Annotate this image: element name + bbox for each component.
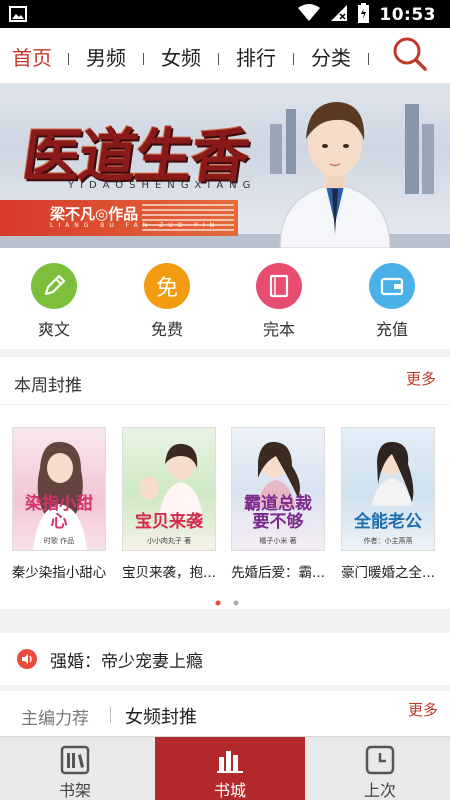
book-title: 秦少染指小甜心 xyxy=(11,565,107,581)
status-time: 10:53 xyxy=(379,5,436,25)
notice-bar[interactable]: 强婚：帝少宠妻上瘾 xyxy=(0,633,450,685)
section-header: 本周封推 更多 xyxy=(0,357,450,405)
recommend-header: 主编力荐 女频封推 更多 xyxy=(0,691,450,739)
tab-home[interactable]: 首页 xyxy=(12,42,52,71)
banner-blurb xyxy=(142,204,234,232)
section-title: 本周封推 xyxy=(14,376,82,396)
cover-art xyxy=(33,441,87,550)
bottom-nav: 书架 书城 上次 xyxy=(0,736,450,800)
wifi-icon xyxy=(298,4,321,26)
bookshelf-icon xyxy=(60,745,90,779)
category-completed[interactable]: 完本 xyxy=(239,263,319,340)
book-title: 豪门暖婚之全... xyxy=(341,565,435,581)
banner-character-illustration xyxy=(260,84,410,248)
book-cover: 宝贝来袭 小小肉丸子 著 xyxy=(122,427,216,551)
cover-art xyxy=(139,443,203,518)
book-icon xyxy=(256,263,302,309)
book-cover: 全能老公 作者：小主燕燕 xyxy=(341,427,435,551)
tab-female-featured[interactable]: 女频封推 xyxy=(125,703,197,729)
battery-icon xyxy=(358,3,370,27)
book-cover: 染指小甜心 时歌 作品 xyxy=(12,427,106,551)
category-label: 充值 xyxy=(375,320,408,339)
nav-label: 书架 xyxy=(58,781,91,800)
clock-icon xyxy=(365,745,395,779)
tab-male[interactable]: 男频 xyxy=(86,42,126,71)
notice-text: 强婚：帝少宠妻上瘾 xyxy=(50,652,203,672)
cover-title: 霸道总裁要不够 xyxy=(244,494,312,533)
tab-ranking[interactable]: 排行 xyxy=(236,42,276,71)
tab-category[interactable]: 分类 xyxy=(311,42,351,71)
cover-art xyxy=(256,441,300,508)
book-card[interactable]: 全能老公 作者：小主燕燕 豪门暖婚之全... xyxy=(338,427,438,581)
more-link[interactable]: 更多 xyxy=(406,368,436,389)
banner-pinyin: YIDAOSHENGXIANG xyxy=(68,180,257,191)
tab-divider xyxy=(110,707,111,723)
more-link[interactable]: 更多 xyxy=(408,699,438,720)
status-bar: 10:53 xyxy=(0,0,450,28)
nav-last-read[interactable]: 上次 xyxy=(305,737,450,800)
wallet-icon xyxy=(369,263,415,309)
cover-title: 染指小甜心 xyxy=(25,494,93,533)
tab-separator xyxy=(218,53,219,65)
tab-separator xyxy=(368,53,369,65)
bookstore-icon xyxy=(215,745,245,779)
top-nav: 首页 男频 女频 排行 分类 xyxy=(0,28,450,84)
cover-title: 全能老公 xyxy=(354,512,422,533)
gallery-icon xyxy=(9,6,27,26)
search-icon[interactable] xyxy=(392,36,428,76)
category-recharge[interactable]: 充值 xyxy=(352,263,432,340)
book-card[interactable]: 染指小甜心 时歌 作品 秦少染指小甜心 xyxy=(9,427,109,581)
tab-editor-pick[interactable]: 主编力荐 xyxy=(21,704,89,729)
tab-female[interactable]: 女频 xyxy=(161,42,201,71)
category-label: 完本 xyxy=(262,320,295,339)
cover-author: 橘子小米 著 xyxy=(259,537,297,545)
tab-separator xyxy=(68,53,69,65)
book-title: 先婚后爱：霸... xyxy=(231,565,325,581)
nav-bookshelf[interactable]: 书架 xyxy=(0,737,150,800)
free-glyph: 免 xyxy=(155,276,178,301)
cover-author: 作者：小主燕燕 xyxy=(363,537,413,545)
tab-separator xyxy=(293,53,294,65)
nav-label: 上次 xyxy=(363,781,396,800)
carousel-pager xyxy=(214,592,244,611)
cover-art xyxy=(372,441,414,506)
tab-separator xyxy=(143,53,144,65)
category-row: 爽文 免 免费 完本 充值 xyxy=(0,248,450,349)
free-icon: 免 xyxy=(144,263,190,309)
cover-title: 宝贝来袭 xyxy=(135,512,203,533)
weekly-recommend-section: 本周封推 更多 染指小甜心 时歌 作品 秦少染指小甜心 宝贝来袭 小小肉丸子 著… xyxy=(0,357,450,609)
pencil-icon xyxy=(31,263,77,309)
signal-icon xyxy=(330,4,348,26)
nav-label: 书城 xyxy=(213,781,246,800)
nav-bookstore[interactable]: 书城 xyxy=(155,737,305,800)
book-cover: 霸道总裁要不够 橘子小米 著 xyxy=(231,427,325,551)
cover-author: 小小肉丸子 著 xyxy=(146,537,192,545)
banner-author: 梁不凡◎作品 xyxy=(50,205,139,223)
promo-banner[interactable]: 医道生香 YIDAOSHENGXIANG 梁不凡◎作品 LIANG BU FAN… xyxy=(0,84,450,248)
category-label: 免费 xyxy=(150,320,183,339)
category-shuangwen[interactable]: 爽文 xyxy=(14,263,94,340)
cover-author: 时歌 作品 xyxy=(43,537,75,545)
speaker-icon xyxy=(16,648,38,674)
book-card[interactable]: 霸道总裁要不够 橘子小米 著 先婚后爱：霸... xyxy=(228,427,328,581)
book-title: 宝贝来袭，抱... xyxy=(122,565,216,581)
category-label: 爽文 xyxy=(37,320,70,339)
book-card[interactable]: 宝贝来袭 小小肉丸子 著 宝贝来袭，抱... xyxy=(119,427,219,581)
category-free[interactable]: 免 免费 xyxy=(127,263,207,340)
